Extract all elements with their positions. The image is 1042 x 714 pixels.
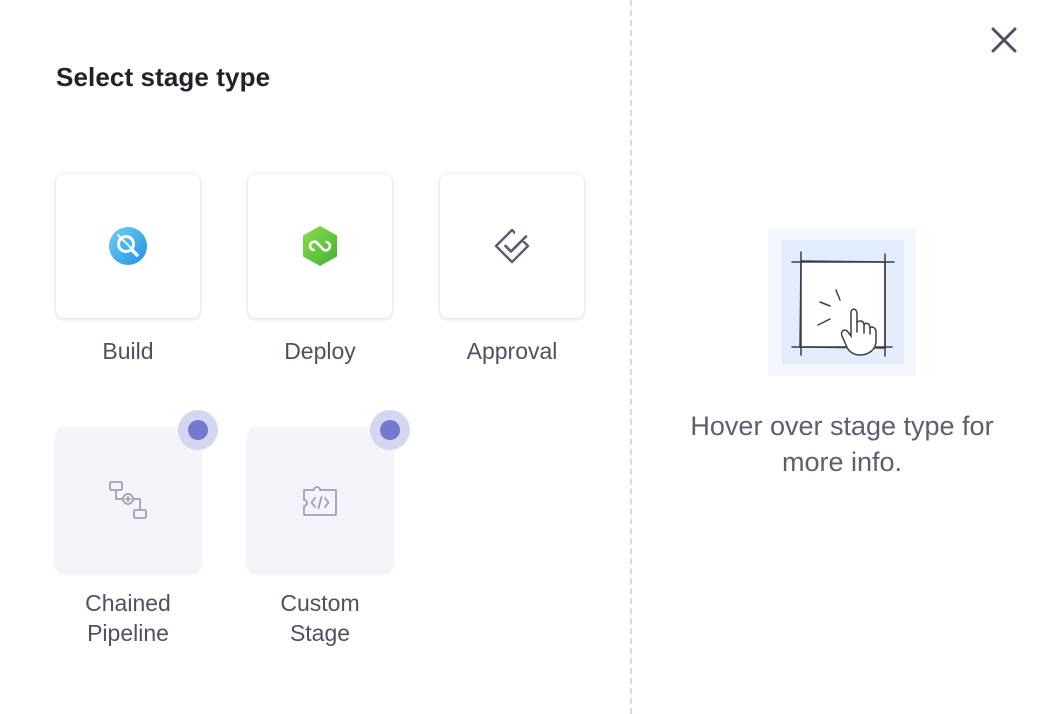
hover-hand-illustration — [768, 228, 916, 376]
stage-label-deploy: Deploy — [284, 338, 356, 364]
stage-type-list-pane: Select stage type Build Deploy Approval … — [0, 0, 631, 714]
stage-label-build: Build — [102, 338, 154, 364]
feature-badge — [370, 410, 410, 450]
stage-card-custom-stage[interactable] — [248, 410, 410, 572]
approval-check-icon — [494, 228, 530, 264]
close-icon — [991, 27, 1017, 53]
cd-deploy-icon — [303, 226, 337, 266]
stage-label-custom-stage: Custom Stage — [248, 588, 392, 648]
hover-hint-text: Hover over stage type for more info. — [632, 408, 1042, 480]
stage-label-line1: Custom — [280, 590, 360, 616]
stage-card-build[interactable] — [56, 174, 200, 318]
ci-build-icon — [109, 227, 147, 265]
custom-stage-icon — [303, 486, 337, 516]
feature-badge-dot — [188, 420, 208, 440]
stage-card-chained-pipeline[interactable] — [56, 410, 218, 572]
stage-type-dialog: Select stage type Build Deploy Approval … — [0, 0, 1042, 714]
stage-option-approval[interactable]: Approval — [440, 174, 584, 366]
stage-label-line1: Chained — [85, 590, 171, 616]
stage-option-deploy[interactable]: Deploy — [248, 174, 392, 366]
stage-label-line2: Stage — [289, 620, 351, 646]
dialog-title: Select stage type — [56, 62, 271, 92]
hover-hint-line2: more info. — [781, 447, 903, 477]
feature-badge-dot — [380, 420, 400, 440]
chained-pipeline-icon — [109, 481, 147, 519]
stage-label-approval: Approval — [466, 338, 558, 364]
feature-badge — [178, 410, 218, 450]
stage-card-deploy[interactable] — [248, 174, 392, 318]
stage-option-chained-pipeline[interactable]: Chained Pipeline — [56, 410, 218, 648]
hover-hint-line1: Hover over stage type for — [690, 411, 994, 441]
stage-option-build[interactable]: Build — [56, 174, 200, 366]
stage-option-custom-stage[interactable]: Custom Stage — [248, 410, 410, 648]
stage-card-approval[interactable] — [440, 174, 584, 318]
stage-label-line2: Pipeline — [87, 620, 169, 646]
stage-info-pane: Hover over stage type for more info. — [632, 0, 1042, 714]
close-button[interactable] — [986, 22, 1022, 58]
stage-label-chained-pipeline: Chained Pipeline — [56, 588, 200, 648]
